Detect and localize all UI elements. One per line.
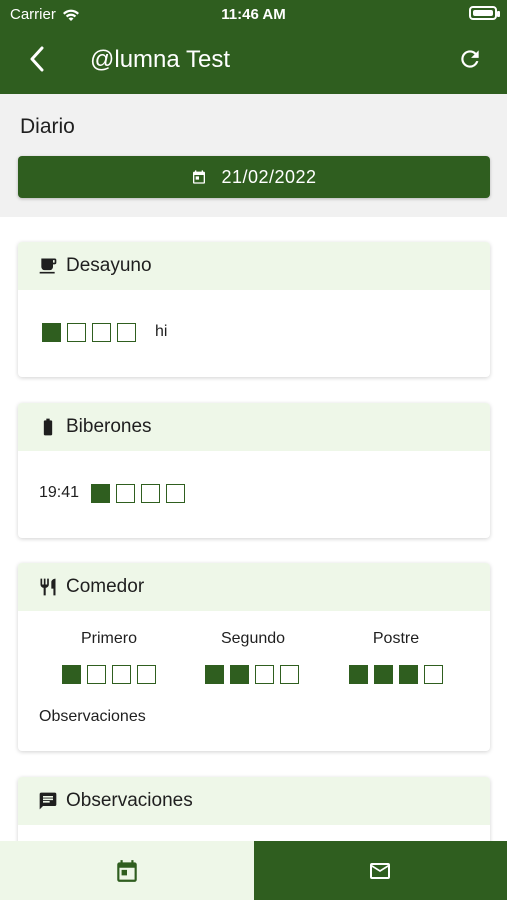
rating-box	[116, 484, 135, 503]
refresh-icon	[461, 50, 479, 68]
comedor-card-body: Primero Segundo Postre Observaciones	[18, 611, 490, 751]
desayuno-rating	[42, 323, 136, 342]
rating-box	[112, 665, 131, 684]
rating-box	[230, 665, 249, 684]
desayuno-title: Desayuno	[66, 255, 152, 276]
desayuno-card: Desayuno hi	[18, 242, 490, 377]
course-rating-postre	[349, 665, 443, 684]
rating-box	[62, 665, 81, 684]
back-button[interactable]	[20, 42, 54, 76]
rating-box	[67, 323, 86, 342]
refresh-button[interactable]	[453, 42, 487, 76]
rating-box	[141, 484, 160, 503]
desayuno-note: hi	[155, 323, 168, 340]
desayuno-card-header: Desayuno	[18, 242, 490, 290]
battery-bottle-icon	[43, 418, 53, 436]
date-picker-button[interactable]: 21/02/2022	[18, 156, 490, 198]
tab-diary[interactable]	[0, 841, 254, 900]
rating-box	[92, 323, 111, 342]
rating-box	[205, 665, 224, 684]
date-value: 21/02/2022	[221, 166, 317, 187]
desayuno-card-body: hi	[18, 290, 490, 377]
biberones-card: Biberones 19:41	[18, 403, 490, 538]
status-bar: Carrier 11:46 AM	[0, 0, 507, 28]
rating-box	[255, 665, 274, 684]
app-header: Carrier 11:46 AM @lumna Test	[0, 0, 507, 94]
rating-box	[137, 665, 156, 684]
fork-knife-icon	[40, 578, 56, 596]
rating-box	[87, 665, 106, 684]
mail-icon	[370, 862, 391, 879]
battery-icon	[469, 6, 500, 20]
biberones-card-body: 19:41	[18, 451, 490, 538]
biberones-rating	[91, 484, 185, 503]
course-rating-segundo	[205, 665, 299, 684]
tab-messages[interactable]	[253, 841, 507, 900]
chat-bubble-icon	[39, 792, 57, 810]
observaciones-card-header: Observaciones	[18, 777, 490, 825]
biberones-card-header: Biberones	[18, 403, 490, 451]
status-time: 11:46 AM	[221, 6, 286, 23]
biberones-title: Biberones	[66, 416, 152, 437]
rating-box	[349, 665, 368, 684]
navigation-bar: @lumna Test	[0, 36, 507, 86]
bottom-tab-bar	[0, 841, 507, 900]
chevron-left-icon	[30, 46, 44, 72]
diary-label: Diario	[20, 115, 75, 138]
rating-box	[166, 484, 185, 503]
page-title: @lumna Test	[90, 46, 230, 73]
comedor-card: Comedor Primero Segundo Postre Observaci…	[18, 563, 490, 751]
comedor-card-header: Comedor	[18, 563, 490, 611]
course-rating-primero	[62, 665, 156, 684]
rating-box	[91, 484, 110, 503]
rating-box	[399, 665, 418, 684]
calendar-icon	[117, 859, 137, 882]
rating-box	[117, 323, 136, 342]
rating-box	[280, 665, 299, 684]
course-label-segundo: Segundo	[220, 630, 286, 647]
calendar-icon	[193, 170, 206, 184]
rating-box	[374, 665, 393, 684]
coffee-cup-icon	[39, 258, 57, 274]
comedor-title: Comedor	[66, 576, 145, 597]
course-label-postre: Postre	[372, 630, 420, 647]
comedor-observaciones-label: Observaciones	[39, 708, 146, 725]
biberones-time: 19:41	[39, 484, 80, 501]
rating-box	[42, 323, 61, 342]
rating-box	[424, 665, 443, 684]
observaciones-title: Observaciones	[66, 790, 193, 811]
course-label-primero: Primero	[80, 630, 137, 647]
diary-header: Diario 21/02/2022	[0, 94, 507, 217]
